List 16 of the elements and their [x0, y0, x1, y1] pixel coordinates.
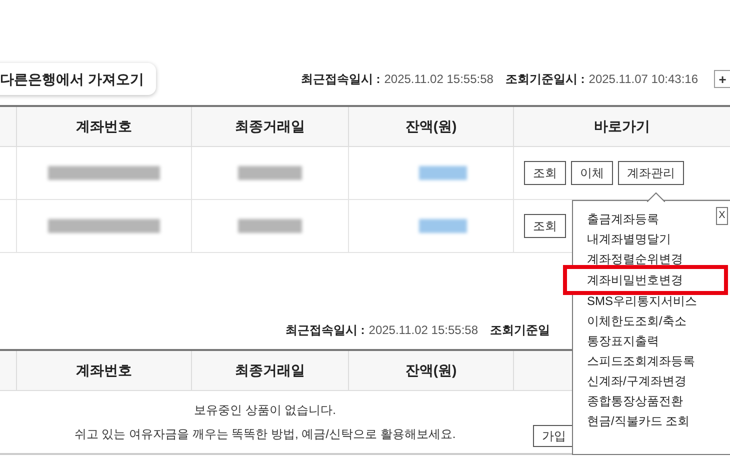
column-header: 최종거래일 [235, 361, 305, 380]
column-header: 바로가기 [594, 117, 650, 136]
query-time-label: 조회기준일시 : [505, 71, 585, 88]
last-login-time: 2025.11.02 15:55:58 [384, 71, 494, 88]
column-header: 계좌번호 [76, 361, 132, 380]
last-login-time: 2025.11.02 15:55:58 [368, 322, 478, 339]
empty-message: 보유중인 상품이 없습니다. [194, 402, 336, 419]
query-time-label: 조회기준일 [490, 322, 550, 339]
column-header: 잔액(원) [405, 361, 457, 380]
last-login-label: 최근접속일시 : [300, 71, 380, 88]
column-header: 최종거래일 [235, 117, 305, 136]
empty-hint: 쉬고 있는 여유자금을 깨우는 똑똑한 방법, 예금/신탁으로 활용해보세요. [74, 426, 456, 443]
column-header: 계좌번호 [76, 117, 132, 136]
last-login-label: 최근접속일시 : [285, 322, 365, 339]
query-time: 2025.11.07 10:43:16 [588, 71, 698, 88]
column-header: 잔액(원) [405, 117, 457, 136]
